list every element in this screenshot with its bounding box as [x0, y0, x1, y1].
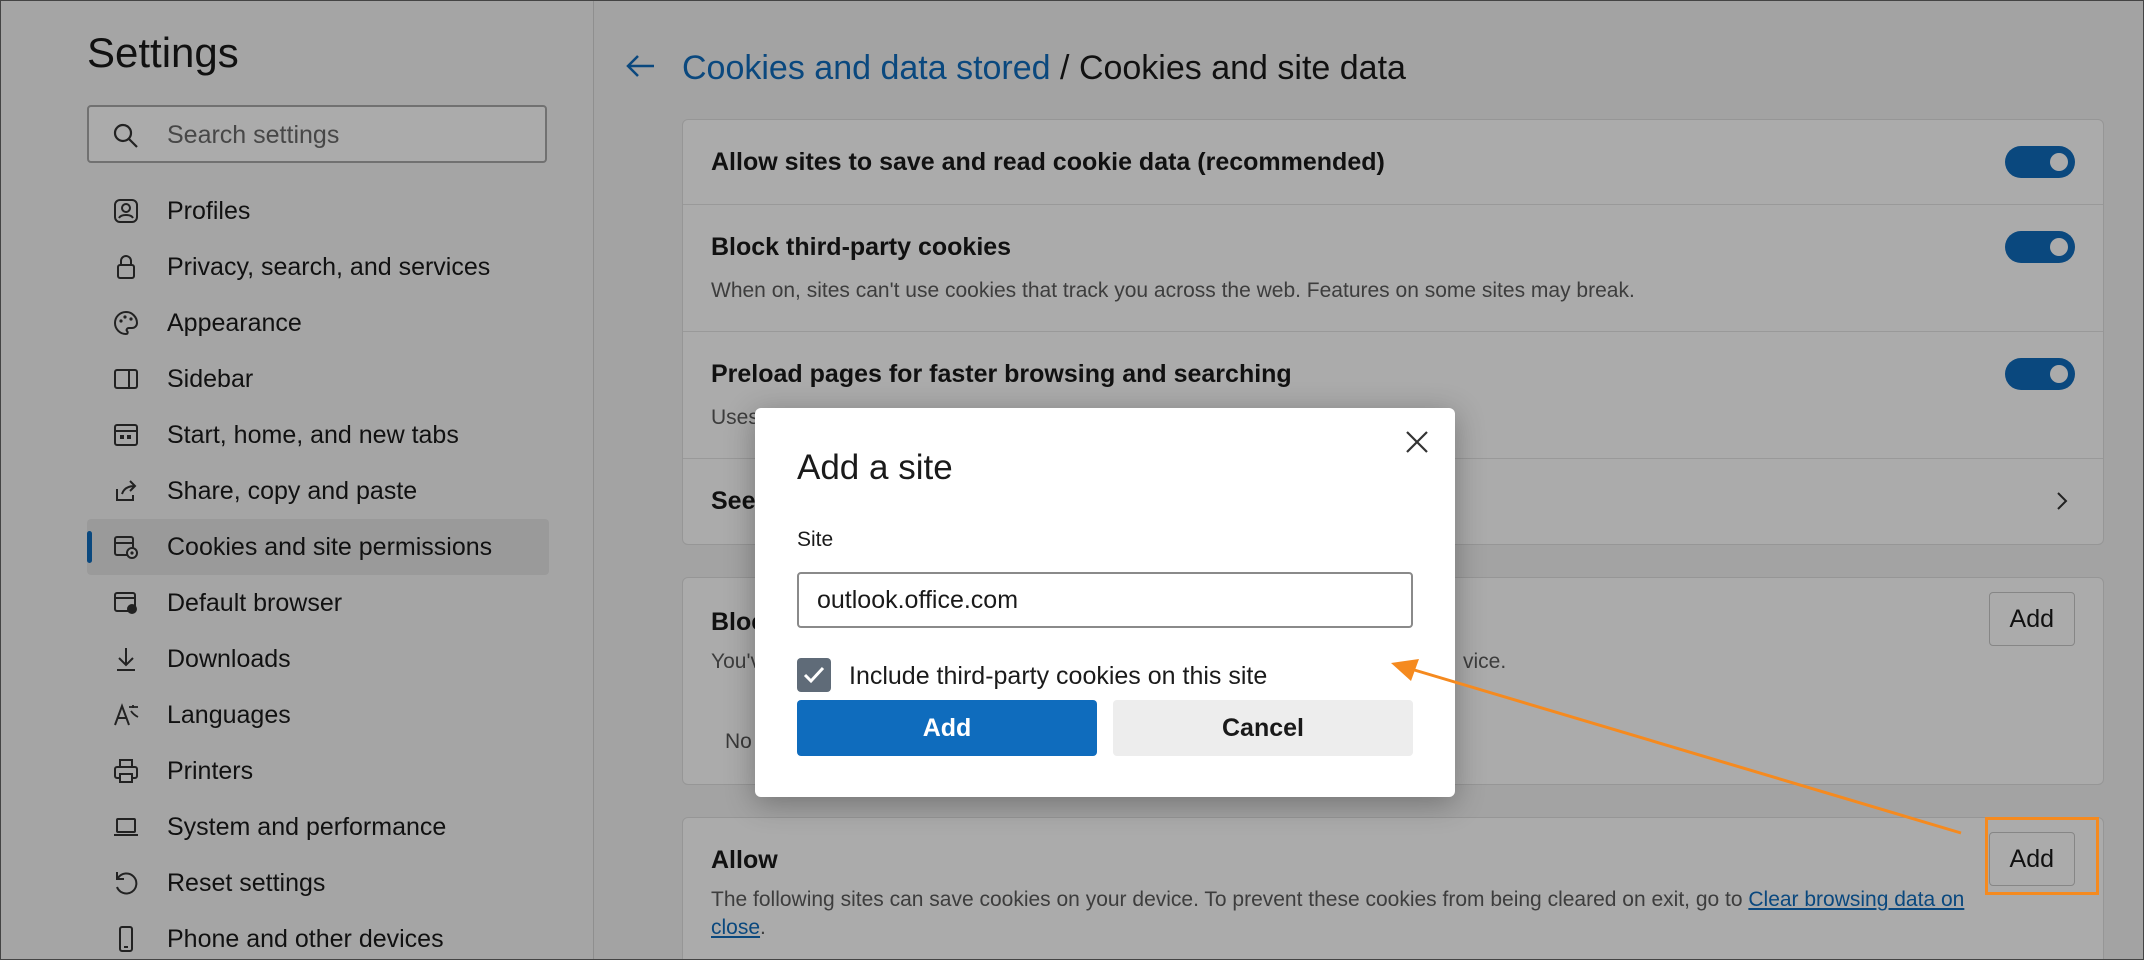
dialog-cancel-button[interactable]: Cancel	[1113, 700, 1413, 756]
checkmark-icon	[803, 666, 825, 684]
third-party-checkbox-label: Include third-party cookies on this site	[849, 662, 1268, 690]
settings-window: Settings Search settings Profiles Privac…	[0, 0, 2144, 960]
site-field-label: Site	[797, 528, 834, 551]
dialog-title: Add a site	[797, 448, 953, 487]
dialog-add-button[interactable]: Add	[797, 700, 1097, 756]
close-icon[interactable]	[1399, 424, 1435, 460]
site-input[interactable]	[797, 572, 1413, 628]
add-site-dialog: Add a site Site Include third-party cook…	[755, 408, 1455, 797]
annotation-highlight-box	[1985, 817, 2099, 895]
third-party-checkbox[interactable]	[797, 658, 831, 692]
